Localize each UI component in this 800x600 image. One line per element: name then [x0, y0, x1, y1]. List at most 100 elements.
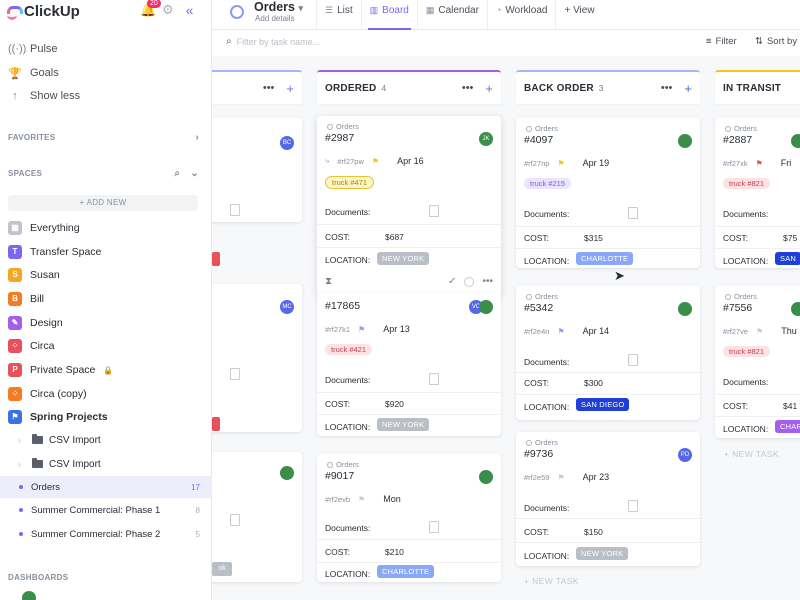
- chevron-down-icon[interactable]: ⌄: [190, 168, 199, 179]
- priority-flag-icon[interactable]: ⚑: [557, 159, 564, 168]
- due-date[interactable]: Apr 23: [583, 472, 610, 482]
- list-item-summer-phase-2[interactable]: Summer Commercial: Phase 2 5: [0, 523, 212, 545]
- task-card[interactable]: Orders #2987 JK ⤷ #rf27pw ⚑ Apr 16 truck…: [317, 116, 501, 296]
- add-new-space-button[interactable]: + ADD NEW: [8, 195, 198, 211]
- chevron-right-icon[interactable]: ›: [18, 460, 26, 469]
- more-options-icon[interactable]: •••: [661, 82, 673, 94]
- task-card[interactable]: Orders #2887 #rf27xk ⚑ Fri truck #821 Do…: [715, 118, 800, 268]
- tag[interactable]: truck #471: [325, 176, 375, 189]
- search-input[interactable]: Filter by task name...: [237, 37, 321, 47]
- priority-flag-icon[interactable]: ⚑: [557, 327, 564, 336]
- settings-gear-icon[interactable]: ⚙: [162, 3, 174, 17]
- avatar[interactable]: [678, 134, 692, 148]
- new-task-button[interactable]: + NEW TASK: [724, 449, 779, 459]
- due-date[interactable]: Mon: [383, 494, 401, 504]
- location-pill[interactable]: NEW YORK: [377, 252, 430, 265]
- tag[interactable]: truck #421: [325, 344, 373, 355]
- avatar[interactable]: [22, 591, 36, 600]
- notifications-bell-icon[interactable]: 🔔 20: [140, 0, 161, 17]
- task-card-partial[interactable]: MC: [212, 284, 302, 432]
- filter-button[interactable]: ≡ Filter: [706, 36, 737, 47]
- new-task-button[interactable]: + NEW TASK: [524, 576, 579, 586]
- list-item-summer-phase-1[interactable]: Summer Commercial: Phase 1 8: [0, 499, 212, 521]
- space-bill[interactable]: B Bill: [8, 291, 44, 307]
- due-date[interactable]: Fri: [781, 158, 792, 168]
- priority-flag-icon[interactable]: ⚑: [756, 159, 763, 168]
- avatar[interactable]: [479, 470, 493, 484]
- avatar[interactable]: [479, 300, 493, 314]
- card-title[interactable]: #9736: [524, 448, 553, 460]
- nav-pulse[interactable]: ((·)) Pulse: [8, 41, 58, 57]
- document-icon[interactable]: [628, 500, 638, 512]
- due-date[interactable]: Thu: [781, 326, 797, 336]
- add-view-button[interactable]: + View: [555, 0, 602, 30]
- space-everything[interactable]: ▦ Everything: [8, 220, 80, 236]
- space-susan[interactable]: S Susan: [8, 267, 60, 283]
- chevron-right-icon[interactable]: ›: [195, 132, 199, 143]
- tab-list[interactable]: ☰ List: [316, 0, 361, 30]
- more-options-icon[interactable]: •••: [263, 82, 275, 94]
- avatar[interactable]: PD: [678, 448, 692, 462]
- location-pill[interactable]: NEW YORK: [377, 418, 430, 431]
- location-pill[interactable]: SAN: [775, 252, 800, 265]
- location-pill[interactable]: NEW YORK: [576, 547, 629, 560]
- tab-board[interactable]: ▥ Board: [360, 0, 417, 30]
- space-transfer-space[interactable]: T Transfer Space: [8, 244, 101, 260]
- document-icon[interactable]: [429, 373, 439, 385]
- due-date[interactable]: Apr 14: [583, 326, 610, 336]
- space-design[interactable]: ✎ Design: [8, 315, 63, 331]
- card-title[interactable]: #9017: [325, 470, 354, 482]
- due-date[interactable]: Apr 16: [397, 156, 424, 166]
- favorites-header[interactable]: FAVORITES ›: [8, 132, 199, 143]
- card-title[interactable]: #5342: [524, 302, 553, 314]
- clickup-logo[interactable]: ClickUp: [6, 3, 80, 20]
- cost-value[interactable]: $41: [783, 401, 797, 411]
- collapse-sidebar-icon[interactable]: «: [186, 3, 194, 17]
- task-card[interactable]: Orders #7556 #rf27ve ⚑ Thu truck #821 Do…: [715, 286, 800, 438]
- avatar[interactable]: [791, 302, 800, 316]
- cost-value[interactable]: $687: [385, 232, 404, 242]
- space-private-space[interactable]: P Private Space 🔒: [8, 362, 113, 378]
- space-circa-copy[interactable]: ⁘ Circa (copy): [8, 386, 87, 402]
- task-card[interactable]: Orders #9017 #rf2evb ⚑ Mon Documents: CO…: [317, 454, 501, 582]
- due-date[interactable]: Apr 19: [583, 158, 610, 168]
- card-title[interactable]: #17865: [325, 300, 360, 312]
- location-pill[interactable]: CHAR: [775, 420, 800, 433]
- priority-flag-icon[interactable]: ⚑: [358, 325, 365, 334]
- document-icon[interactable]: [429, 205, 439, 217]
- more-options-icon[interactable]: •••: [482, 276, 493, 287]
- task-card[interactable]: Orders #4097 #rf27np ⚑ Apr 19 truck #215…: [516, 118, 700, 268]
- sort-button[interactable]: ⇅ Sort by: [755, 36, 797, 47]
- priority-flag-icon[interactable]: ⚑: [372, 157, 379, 166]
- page-title[interactable]: Orders ▾: [254, 0, 303, 14]
- task-search[interactable]: ⌕ Filter by task name...: [226, 36, 320, 47]
- add-task-icon[interactable]: +: [485, 81, 493, 96]
- card-title[interactable]: #2987: [325, 132, 354, 144]
- folder-csv-import-2[interactable]: › CSV Import: [18, 457, 101, 471]
- cost-value[interactable]: $75: [783, 233, 797, 243]
- cost-value[interactable]: $300: [584, 378, 603, 388]
- tab-workload[interactable]: ◔ Workload: [486, 0, 556, 30]
- tag[interactable]: truck #821: [723, 346, 771, 357]
- list-item-orders[interactable]: Orders 17: [0, 476, 212, 498]
- cost-value[interactable]: $150: [584, 527, 603, 537]
- folder-csv-import-1[interactable]: › CSV Import: [18, 433, 101, 447]
- space-circa[interactable]: ⁘ Circa: [8, 338, 55, 354]
- tag[interactable]: truck #215: [524, 178, 572, 189]
- hourglass-icon[interactable]: ⧗: [325, 276, 332, 287]
- add-task-icon[interactable]: +: [684, 81, 692, 96]
- avatar[interactable]: JK: [479, 132, 493, 146]
- cost-value[interactable]: $920: [385, 399, 404, 409]
- tab-calendar[interactable]: ▦ Calendar: [416, 0, 487, 30]
- check-icon[interactable]: ✓: [448, 276, 456, 287]
- avatar[interactable]: [678, 302, 692, 316]
- task-card[interactable]: #17865 VC #rf27k1 ⚑ Apr 13 truck #421 Do…: [317, 292, 501, 436]
- dashboards-header[interactable]: DASHBOARDS: [8, 573, 199, 582]
- search-spaces-icon[interactable]: ⌕: [174, 168, 180, 179]
- document-icon[interactable]: [628, 207, 638, 219]
- add-task-icon[interactable]: +: [286, 81, 294, 96]
- circle-icon[interactable]: [464, 276, 475, 287]
- task-card[interactable]: Orders #5342 #rf2e4n ⚑ Apr 14 Documents:…: [516, 286, 700, 420]
- tag[interactable]: truck #821: [723, 178, 771, 189]
- document-icon[interactable]: [628, 354, 638, 366]
